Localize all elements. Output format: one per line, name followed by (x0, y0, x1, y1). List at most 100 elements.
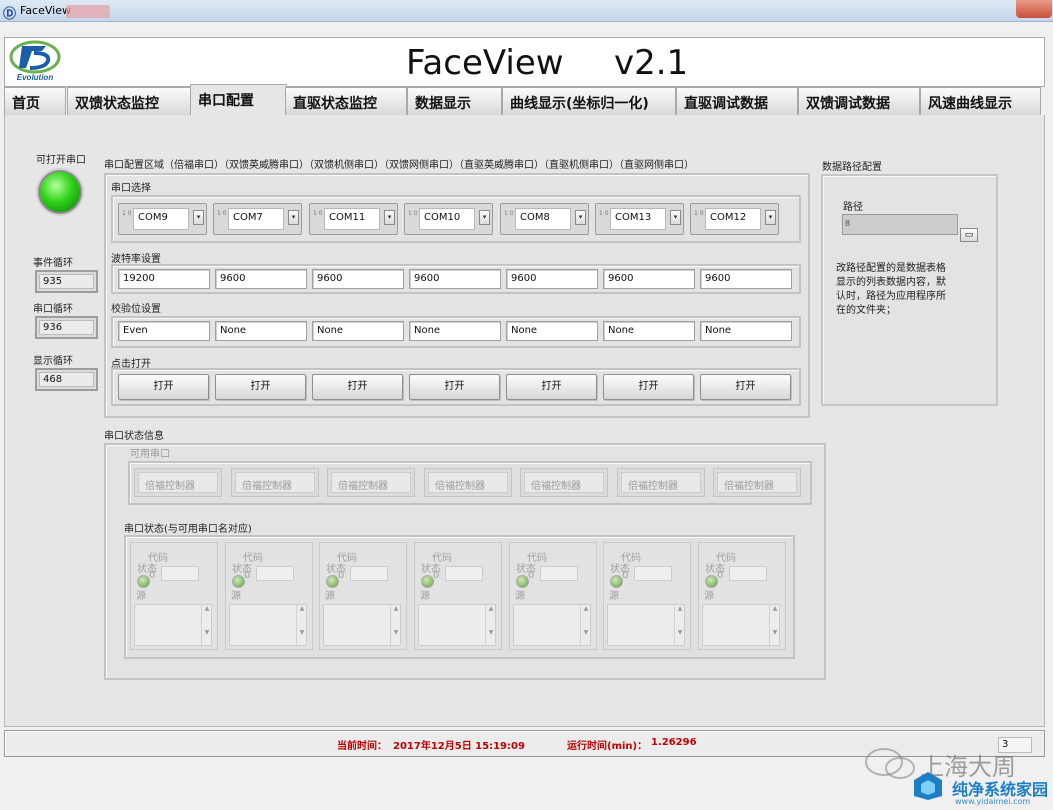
port-select-2[interactable]: 1 0 COM7 ▾ (213, 203, 302, 235)
open-button-2[interactable]: 打开 (215, 374, 306, 400)
port-select-3[interactable]: 1 0 COM11 ▾ (309, 203, 398, 235)
code-value: 0 (622, 570, 629, 581)
parity-input-6[interactable]: None (603, 321, 695, 341)
dropdown-arrow-icon[interactable]: ▾ (193, 210, 204, 225)
port-state-2: 代码 状态 0 源 ▲ ▼ (225, 542, 313, 650)
textarea-scrollbar[interactable]: ▲ ▼ (296, 605, 307, 645)
port-select-7[interactable]: 1 0 COM12 ▾ (690, 203, 779, 235)
port-select-6[interactable]: 1 0 COM13 ▾ (595, 203, 684, 235)
parity-label: 校验位设置 (111, 304, 161, 315)
source-label: 源 (515, 591, 525, 602)
dropdown-arrow-icon[interactable]: ▾ (479, 210, 490, 225)
open-button-4[interactable]: 打开 (409, 374, 500, 400)
index-glyph: 1 0 (313, 210, 323, 217)
parity-input-3[interactable]: None (312, 321, 404, 341)
open-button-5[interactable]: 打开 (506, 374, 597, 400)
source-textarea[interactable]: ▲ ▼ (513, 604, 591, 646)
baud-input-5[interactable]: 9600 (506, 269, 598, 289)
dropdown-arrow-icon[interactable]: ▾ (765, 210, 776, 225)
baud-input-6[interactable]: 9600 (603, 269, 695, 289)
code-value: 0 (338, 570, 345, 581)
port-select-4[interactable]: 1 0 COM10 ▾ (404, 203, 493, 235)
baud-input-3[interactable]: 9600 (312, 269, 404, 289)
dropdown-arrow-icon[interactable]: ▾ (575, 210, 586, 225)
app-version: v2.1 (614, 43, 689, 83)
parity-input-5[interactable]: None (506, 321, 598, 341)
index-glyph: 1 0 (599, 210, 609, 217)
serial-loop-indicator: 936 (35, 316, 98, 339)
serial-loop-label: 串口循环 (33, 304, 73, 315)
port-select-1[interactable]: 1 0 COM9 ▾ (118, 203, 207, 235)
baud-label: 波特率设置 (111, 254, 161, 265)
code-value: 0 (717, 570, 724, 581)
window-close-button[interactable] (1016, 0, 1052, 18)
available-port-4: 倍福控制器 (424, 468, 512, 497)
dropdown-arrow-icon[interactable]: ▾ (288, 210, 299, 225)
source-label: 源 (231, 591, 241, 602)
tab-dfig-debug[interactable]: 双馈调试数据 (798, 87, 920, 115)
tab-wind-speed-curve[interactable]: 风速曲线显示 (920, 87, 1041, 115)
textarea-scrollbar[interactable]: ▲ ▼ (485, 605, 496, 645)
source-textarea[interactable]: ▲ ▼ (418, 604, 496, 646)
port-select-value: COM8 (515, 208, 571, 230)
available-port-5: 倍福控制器 (520, 468, 608, 497)
source-textarea[interactable]: ▲ ▼ (607, 604, 685, 646)
tab-home[interactable]: 首页 (4, 87, 66, 115)
textarea-scrollbar[interactable]: ▲ ▼ (674, 605, 685, 645)
baud-input-2[interactable]: 9600 (215, 269, 307, 289)
path-prefix-glyph: 8 (845, 219, 851, 228)
path-input[interactable]: 8 (842, 214, 958, 235)
port-state-7: 代码 状态 0 源 ▲ ▼ (698, 542, 786, 650)
parity-input-4[interactable]: None (409, 321, 501, 341)
tab-dfig-monitor[interactable]: 双馈状态监控 (67, 87, 191, 115)
port-select-value: COM11 (324, 208, 380, 230)
source-textarea[interactable]: ▲ ▼ (229, 604, 307, 646)
source-textarea[interactable]: ▲ ▼ (702, 604, 780, 646)
open-button-6[interactable]: 打开 (603, 374, 694, 400)
open-button-7[interactable]: 打开 (700, 374, 791, 400)
source-textarea[interactable]: ▲ ▼ (134, 604, 212, 646)
parity-input-7[interactable]: None (700, 321, 792, 341)
tab-data-display[interactable]: 数据显示 (407, 87, 502, 115)
source-textarea[interactable]: ▲ ▼ (323, 604, 401, 646)
textarea-scrollbar[interactable]: ▲ ▼ (201, 605, 212, 645)
available-port-6: 倍福控制器 (617, 468, 705, 497)
textarea-scrollbar[interactable]: ▲ ▼ (769, 605, 780, 645)
source-label: 源 (704, 591, 714, 602)
path-description: 改路径配置的是数据表格显示的列表数据内容，默认时，路径为应用程序所在的文件夹； (836, 263, 946, 316)
textarea-scrollbar[interactable]: ▲ ▼ (580, 605, 591, 645)
code-field (634, 566, 672, 581)
code-value: 0 (433, 570, 440, 581)
textarea-scrollbar[interactable]: ▲ ▼ (390, 605, 401, 645)
open-port-led (38, 170, 82, 214)
tab-direct-drive-debug[interactable]: 直驱调试数据 (676, 87, 798, 115)
available-ports-label: 可用串口 (130, 449, 170, 460)
code-value: 0 (528, 570, 535, 581)
source-label: 源 (420, 591, 430, 602)
code-value: 0 (149, 570, 156, 581)
current-time-label: 当前时间： (337, 741, 387, 752)
baud-input-1[interactable]: 19200 (118, 269, 210, 289)
path-config-title: 数据路径配置 (822, 162, 882, 173)
open-button-1[interactable]: 打开 (118, 374, 209, 400)
open-button-3[interactable]: 打开 (312, 374, 403, 400)
code-field (161, 566, 199, 581)
available-port-name: 倍福控制器 (235, 472, 315, 493)
tab-curve-display[interactable]: 曲线显示(坐标归一化) (502, 87, 676, 115)
port-select-value: COM13 (610, 208, 666, 230)
parity-input-2[interactable]: None (215, 321, 307, 341)
tab-serial-config[interactable]: 串口配置 (190, 84, 287, 115)
port-select-value: COM12 (705, 208, 761, 230)
tab-direct-drive-monitor[interactable]: 直驱状态监控 (285, 87, 407, 115)
baud-input-7[interactable]: 9600 (700, 269, 792, 289)
dropdown-arrow-icon[interactable]: ▾ (384, 210, 395, 225)
dropdown-arrow-icon[interactable]: ▾ (670, 210, 681, 225)
tab-bar: 首页 双馈状态监控 串口配置 直驱状态监控 数据显示 曲线显示(坐标归一化) 直… (4, 84, 1045, 115)
event-loop-value: 935 (39, 274, 94, 289)
parity-input-1[interactable]: Even (118, 321, 210, 341)
baud-input-4[interactable]: 9600 (409, 269, 501, 289)
port-select-value: COM10 (419, 208, 475, 230)
index-glyph: 1 0 (694, 210, 704, 217)
folder-browse-icon[interactable]: ▭ (960, 228, 978, 242)
port-select-5[interactable]: 1 0 COM8 ▾ (500, 203, 589, 235)
